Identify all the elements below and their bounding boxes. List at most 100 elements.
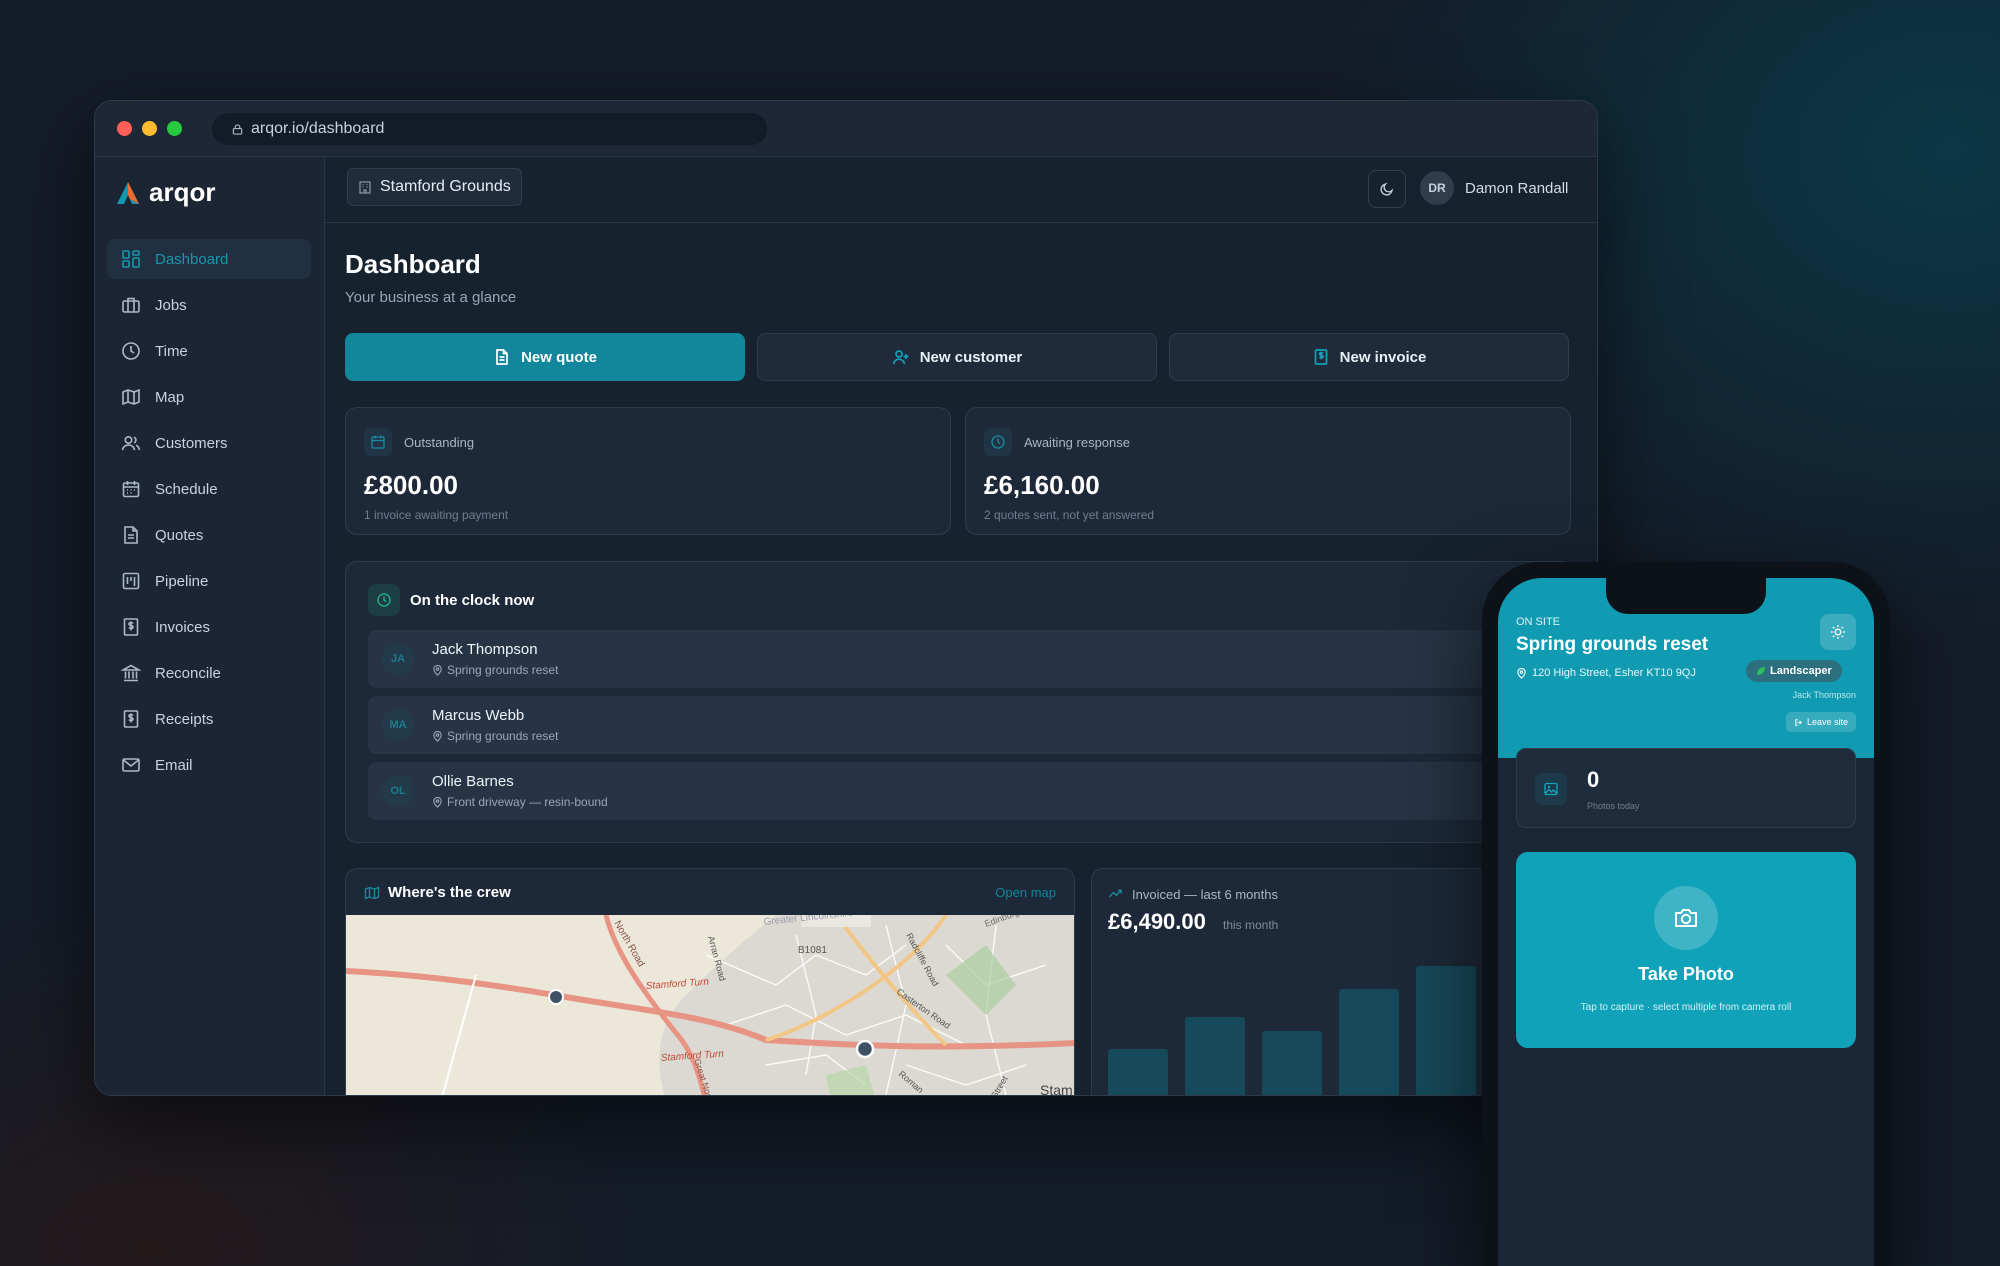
map-label-stam: Stam <box>1040 1082 1073 1096</box>
map-icon <box>364 886 380 900</box>
take-photo-hint: Tap to capture · select multiple from ca… <box>1580 1002 1792 1013</box>
sidebar-item-label: Jobs <box>155 296 187 314</box>
phone-screen: ON SITE Spring grounds reset 120 High St… <box>1498 578 1874 1266</box>
photos-count: 0 <box>1587 767 1600 792</box>
sidebar-item-jobs[interactable]: Jobs <box>107 285 311 325</box>
user-avatar[interactable]: DR <box>1420 171 1454 205</box>
new-customer-button[interactable]: New customer <box>757 333 1157 381</box>
sidebar-item-quotes[interactable]: Quotes <box>107 515 311 555</box>
sidebar-item-invoices[interactable]: Invoices <box>107 607 311 647</box>
top-bar: Stamford Grounds DR Damon Randall <box>325 157 1597 223</box>
stat-label: Outstanding <box>404 435 475 450</box>
sidebar-item-map[interactable]: Map <box>107 377 311 417</box>
on-the-clock-panel: On the clock now JA Jack Thompson Spring… <box>345 561 1575 843</box>
sidebar-item-label: Email <box>155 756 193 774</box>
worker-name: Marcus Webb <box>432 707 525 724</box>
worker-name: Jack Thompson <box>1792 690 1856 700</box>
sidebar-item-email[interactable]: Email <box>107 745 311 785</box>
invoiced-bar[interactable] <box>1416 966 1476 1095</box>
business-switcher[interactable]: Stamford Grounds <box>347 168 522 206</box>
new-quote-label: New quote <box>521 348 597 366</box>
leave-site-button[interactable]: Leave site <box>1785 712 1856 732</box>
crew-marker[interactable] <box>548 989 564 1005</box>
worker-avatar: OL <box>382 775 414 807</box>
invoiced-bar[interactable] <box>1262 1030 1322 1095</box>
job-name: Spring grounds reset <box>447 729 559 743</box>
camera-icon <box>1654 886 1718 950</box>
stat-card-awaiting-response[interactable]: Awaiting response £6,160.00 2 quotes sen… <box>965 407 1571 535</box>
sidebar-item-time[interactable]: Time <box>107 331 311 371</box>
user-name[interactable]: Damon Randall <box>1465 180 1568 197</box>
new-invoice-button[interactable]: New invoice <box>1169 333 1569 381</box>
invoiced-value: £6,490.00 <box>1108 909 1206 934</box>
invoice-icon <box>1314 349 1327 365</box>
moon-icon <box>1380 182 1394 196</box>
invoiced-bar[interactable] <box>1185 1016 1245 1095</box>
sidebar-item-receipts[interactable]: Receipts <box>107 699 311 739</box>
job-location: Spring grounds reset <box>432 663 558 677</box>
open-map-link[interactable]: Open map <box>995 885 1056 900</box>
new-invoice-label: New invoice <box>1339 348 1427 366</box>
sidebar-item-label: Reconcile <box>155 664 221 682</box>
job-name: Spring grounds reset <box>447 663 559 677</box>
phone-job-title: Spring grounds reset <box>1516 634 1709 655</box>
minimize-window-button[interactable] <box>142 121 157 136</box>
map-pin-icon <box>433 796 442 808</box>
document-icon <box>124 526 138 544</box>
sidebar-item-dashboard[interactable]: Dashboard <box>107 239 311 279</box>
bank-icon <box>121 664 141 682</box>
phone-notch <box>1606 578 1766 614</box>
brand-logo[interactable]: arqor <box>115 177 215 208</box>
kanban-icon <box>122 572 140 590</box>
take-photo-button[interactable]: Take Photo Tap to capture · select multi… <box>1516 852 1856 1048</box>
image-icon <box>1535 773 1567 805</box>
mail-icon <box>122 758 140 772</box>
address-bar[interactable]: arqor.io/dashboard <box>212 113 767 145</box>
stat-label: Awaiting response <box>1024 435 1130 450</box>
sidebar-item-label: Pipeline <box>155 572 209 590</box>
address-text: arqor.io/dashboard <box>251 120 385 137</box>
crew-map[interactable]: Greater Lincolnshire Edinburgh B1081 Sta… <box>346 915 1075 1096</box>
sidebar-item-customers[interactable]: Customers <box>107 423 311 463</box>
crew-marker[interactable] <box>855 1039 875 1059</box>
sidebar-item-pipeline[interactable]: Pipeline <box>107 561 311 601</box>
receipt-icon <box>123 710 139 728</box>
stat-subtext: 2 quotes sent, not yet answered <box>984 508 1155 522</box>
briefcase-icon <box>122 297 140 313</box>
business-name: Stamford Grounds <box>380 178 511 195</box>
page-subtitle: Your business at a glance <box>345 289 517 306</box>
theme-toggle-button[interactable] <box>1368 170 1406 208</box>
sidebar-item-reconcile[interactable]: Reconcile <box>107 653 311 693</box>
take-photo-label: Take Photo <box>1638 964 1734 984</box>
close-window-button[interactable] <box>117 121 132 136</box>
address-line: 120 High Street, Esher KT10 9QJ <box>1516 667 1696 679</box>
sidebar-item-label: Invoices <box>155 618 211 636</box>
sidebar-item-schedule[interactable]: Schedule <box>107 469 311 509</box>
crew-map-title: Where's the crew <box>388 884 511 901</box>
job-location: Spring grounds reset <box>432 729 558 743</box>
stat-card-outstanding[interactable]: Outstanding £800.00 1 invoice awaiting p… <box>345 407 951 535</box>
sidebar: arqor Dashboard Jobs Time Map Customers <box>95 157 325 1095</box>
brand-name: arqor <box>149 177 216 207</box>
trending-up-icon <box>1108 889 1122 898</box>
sun-icon <box>1831 625 1845 639</box>
new-quote-button[interactable]: New quote <box>345 333 745 381</box>
invoiced-bar[interactable] <box>1108 1049 1168 1095</box>
photos-today-card: 0 Photos today <box>1516 748 1856 828</box>
stat-value: £6,160.00 <box>984 470 1100 500</box>
clock-entry-row[interactable]: OL Ollie Barnes Front driveway — resin-b… <box>368 762 1568 820</box>
clock-icon <box>984 428 1012 456</box>
brightness-button[interactable] <box>1820 614 1856 650</box>
worker-avatar: JA <box>382 643 414 675</box>
worker-name: Jack Thompson <box>432 641 538 658</box>
clock-entry-row[interactable]: JA Jack Thompson Spring grounds reset <box>368 630 1568 688</box>
invoiced-label: Invoiced — last 6 months <box>1132 887 1278 902</box>
invoiced-bar[interactable] <box>1339 989 1399 1095</box>
photos-label: Photos today <box>1587 801 1640 811</box>
clock-entry-row[interactable]: MA Marcus Webb Spring grounds reset <box>368 696 1568 754</box>
maximize-window-button[interactable] <box>167 121 182 136</box>
stat-value: £800.00 <box>364 470 458 500</box>
calendar-icon <box>364 428 392 456</box>
clock-icon <box>368 584 400 616</box>
new-customer-label: New customer <box>919 348 1023 366</box>
